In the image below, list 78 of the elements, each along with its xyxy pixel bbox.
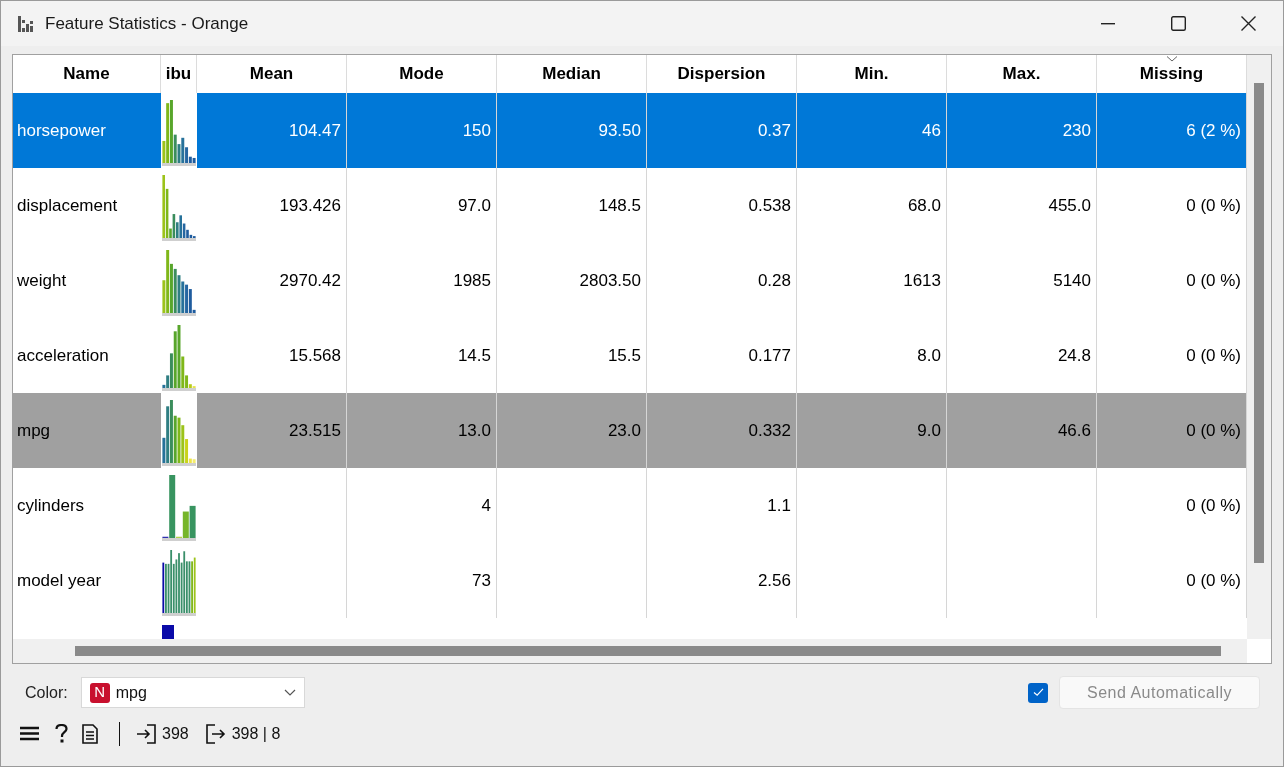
- table-cell-text: 23.0: [607, 419, 641, 442]
- table-cell-text: 8.0: [917, 344, 941, 367]
- table-cell-text: 15.5: [607, 344, 641, 367]
- table-cell-text: 93.50: [598, 119, 641, 142]
- table-cell-text: 230: [1062, 119, 1091, 142]
- table-cell-text: 455.0: [1048, 194, 1091, 217]
- vertical-scrollbar[interactable]: [1247, 55, 1271, 639]
- table-cell-text: 0.177: [748, 344, 791, 367]
- histogram-drawing: [162, 248, 196, 316]
- table-cell-text: 6 (2 %): [1186, 119, 1241, 142]
- table-cell-text: 0.28: [757, 269, 791, 292]
- table-cell-text: 24.8: [1057, 344, 1091, 367]
- sort-indicator-icon: [1165, 56, 1178, 62]
- table-cell-text: 0.332: [748, 419, 791, 442]
- feature-name: acceleration: [17, 344, 109, 367]
- histogram-drawing: [162, 473, 196, 541]
- table-cell-text: 1.1: [767, 494, 791, 517]
- histogram-drawing: [162, 173, 196, 241]
- table-cell-text: 14.5: [457, 344, 491, 367]
- table-cell-text: 0 (0 %): [1186, 269, 1241, 292]
- feature-name: displacement: [17, 194, 118, 217]
- app-logo-icon: [18, 15, 36, 32]
- table-cell-text: 68.0: [907, 194, 941, 217]
- table-cell-text: 0 (0 %): [1186, 494, 1241, 517]
- close-icon: [1240, 16, 1256, 31]
- feature-name: horsepower: [17, 119, 106, 142]
- table-cell-text: 104.47: [289, 119, 341, 142]
- table-cell-text: 23.515: [289, 419, 341, 442]
- table-cell-text: 97.0: [457, 194, 491, 217]
- table-cell-text: 1613: [903, 269, 941, 292]
- check-icon: [1032, 688, 1044, 697]
- table-cell-text: 2803.50: [579, 269, 641, 292]
- output-count: 398 | 8: [231, 723, 281, 744]
- table-cell-text: 13.0: [457, 419, 491, 442]
- input-count: 398: [162, 723, 189, 744]
- feature-name: cylinders: [17, 494, 85, 517]
- table-cell-text: 2.56: [757, 569, 791, 592]
- table-cell-text: 193.426: [279, 194, 341, 217]
- table-cell-text: 0 (0 %): [1186, 569, 1241, 592]
- report-icon[interactable]: [82, 723, 98, 744]
- table-cell-text: 4: [481, 494, 491, 517]
- table-cell-text: 46: [922, 119, 941, 142]
- table-cell-text: 2970.42: [279, 269, 341, 292]
- menu-icon[interactable]: [20, 726, 39, 741]
- table-row[interactable]: mpg 23.515 13.0 23.0 0.332 9.0 46.6 0 (0 %): [13, 393, 1247, 468]
- maximize-icon: [1170, 16, 1186, 31]
- table-cell-text: 15.568: [289, 344, 341, 367]
- table-cell-text: 73: [472, 569, 491, 592]
- feature-name: weight: [17, 269, 67, 292]
- help-icon[interactable]: [55, 724, 68, 743]
- table-cell-text: 0.538: [748, 194, 791, 217]
- histogram-drawing: [162, 625, 174, 639]
- histogram-drawing: [162, 548, 196, 616]
- color-dropdown[interactable]: N mpg: [80, 677, 305, 708]
- table-cell-text: 0 (0 %): [1186, 344, 1241, 367]
- histogram-drawing: [162, 323, 196, 391]
- feature-name: mpg: [17, 419, 51, 442]
- output-icon: [205, 723, 226, 744]
- table-cell-text: 5140: [1053, 269, 1091, 292]
- table-cell-text: 148.5: [598, 194, 641, 217]
- table-cell-text: 0 (0 %): [1186, 419, 1241, 442]
- input-icon: [137, 723, 156, 744]
- table-cell-text: 46.6: [1057, 419, 1091, 442]
- table-cell-text: 150: [462, 119, 491, 142]
- feature-name: model year: [17, 569, 102, 592]
- histogram-drawing: [162, 98, 196, 166]
- color-label: Color:: [25, 682, 68, 703]
- table-cell-text: 0 (0 %): [1186, 194, 1241, 217]
- table-row[interactable]: horsepower 104.47 150 93.50 0.37 46 230 6 (2 %): [13, 93, 1247, 168]
- numeric-badge: N: [89, 682, 110, 703]
- table-cell-text: 9.0: [917, 419, 941, 442]
- minimize-icon: [1101, 22, 1115, 25]
- table-cell-text: 0.37: [757, 119, 791, 142]
- histogram-drawing: [162, 398, 196, 466]
- chevron-down-icon: [283, 689, 296, 696]
- window-title: Feature Statistics - Orange: [45, 12, 249, 35]
- horizontal-scrollbar[interactable]: [13, 639, 1247, 663]
- table-cell-text: 1985: [453, 269, 491, 292]
